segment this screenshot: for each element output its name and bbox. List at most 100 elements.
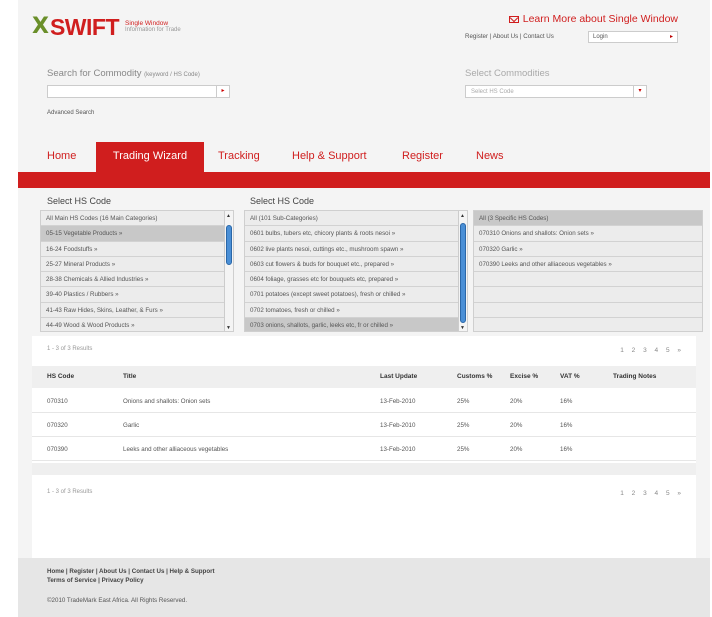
logo-tagline-2: Information for Trade <box>125 27 181 33</box>
cell-title: Leeks and other alliaceous vegetables <box>123 446 229 453</box>
hs-code-select-placeholder: Select HS Code <box>471 89 514 95</box>
nav-home[interactable]: Home <box>47 150 76 162</box>
col-title[interactable]: Title <box>123 373 136 380</box>
hs-specific-empty-row <box>474 272 702 288</box>
cell-customs: 25% <box>457 422 470 429</box>
top-links[interactable]: Register | About Us | Contact Us <box>465 33 554 40</box>
cell-excise: 20% <box>510 446 523 453</box>
hs-specific-item[interactable]: All (3 Specific HS Codes) <box>474 211 702 227</box>
hs-main-item[interactable]: 39-40 Plastics / Rubbers » <box>41 287 233 303</box>
results-table-header: HS Code Title Last Update Customs % Exci… <box>32 366 696 388</box>
results-count: 1 - 3 of 3 Results <box>47 346 93 352</box>
cell-title: Onions and shallots: Onion sets <box>123 398 211 405</box>
hs-specific-list: All (3 Specific HS Codes) 070310 Onions a… <box>473 210 703 332</box>
scroll-down-icon[interactable]: ▼ <box>460 325 465 331</box>
hs-main-item[interactable]: 05-15 Vegetable Products » <box>41 226 233 242</box>
hs-sub-item[interactable]: 0603 cut flowers & buds for bouquet etc.… <box>245 256 467 272</box>
search-label: Search for Commodity (keyword / HS Code) <box>47 68 200 79</box>
cell-customs: 25% <box>457 398 470 405</box>
copyright: ©2010 TradeMark East Africa. All Rights … <box>47 597 188 604</box>
results-count-bottom: 1 - 3 of 3 Results <box>47 489 93 495</box>
hs-sub-item[interactable]: 0604 foliage, grasses etc for bouquets e… <box>245 272 467 288</box>
scrollbar-main[interactable]: ▲ ▼ <box>224 211 233 331</box>
scroll-up-icon[interactable]: ▲ <box>226 213 231 219</box>
nav-tracking[interactable]: Tracking <box>218 150 260 162</box>
cell-hs-code: 070390 <box>47 446 68 453</box>
logo-tagline-1: Single Window <box>125 20 169 27</box>
hs-main-item[interactable]: 16-24 Foodstuffs » <box>41 241 233 257</box>
hs-main-item[interactable]: 28-38 Chemicals & Allied Industries » <box>41 272 233 288</box>
search-go-icon[interactable]: ▸ <box>216 86 229 97</box>
table-row[interactable]: 070310 Onions and shallots: Onion sets 1… <box>32 389 696 413</box>
scroll-thumb[interactable] <box>226 225 232 265</box>
col-last-update[interactable]: Last Update <box>380 373 417 380</box>
main-nav: Home Trading Wizard Tracking Help & Supp… <box>18 142 710 172</box>
pagination-bottom[interactable]: 1 2 3 4 5 » <box>620 490 684 497</box>
hs-specific-empty-row <box>474 302 702 318</box>
col-trading-notes[interactable]: Trading Notes <box>613 373 656 380</box>
search-input[interactable]: ▸ <box>47 85 230 98</box>
nav-help-support[interactable]: Help & Support <box>292 150 367 162</box>
cell-last-update: 13-Feb-2010 <box>380 446 416 453</box>
login-dropdown[interactable]: Login ▸ <box>588 31 678 43</box>
hs-main-list: All Main HS Codes (16 Main Categories) 05… <box>40 210 234 332</box>
nav-trading-wizard[interactable]: Trading Wizard <box>96 142 204 172</box>
pagination[interactable]: 1 2 3 4 5 » <box>620 347 684 354</box>
scroll-down-icon[interactable]: ▼ <box>226 325 231 331</box>
hs-sub-item[interactable]: 0703 onions, shallots, garlic, leeks etc… <box>245 317 467 331</box>
hs-sub-item[interactable]: 0602 live plants nesoi, cuttings etc., m… <box>245 241 467 257</box>
learn-more-link[interactable]: Learn More about Single Window <box>508 13 678 25</box>
search-label-hint: (keyword / HS Code) <box>144 72 200 78</box>
hs-sub-item[interactable]: 0601 bulbs, tubers etc, chicory plants &… <box>245 226 467 242</box>
hs-sub-list: All (101 Sub-Categories) 0601 bulbs, tube… <box>244 210 468 332</box>
logo-tagline: Single Window Information for Trade <box>125 20 181 34</box>
advanced-search-link[interactable]: Advanced Search <box>47 110 94 116</box>
table-row[interactable]: 070390 Leeks and other alliaceous vegeta… <box>32 437 696 461</box>
nav-news[interactable]: News <box>476 150 504 162</box>
cell-vat: 16% <box>560 422 573 429</box>
hs-sub-heading: Select HS Code <box>250 196 315 206</box>
envelope-icon <box>508 15 519 23</box>
table-row[interactable]: 070320 Garlic 13-Feb-2010 25% 20% 16% <box>32 413 696 437</box>
nav-register[interactable]: Register <box>402 150 443 162</box>
hs-code-select[interactable]: Select HS Code ▾ <box>465 85 647 98</box>
chevron-down-icon: ▾ <box>633 86 646 97</box>
cell-vat: 16% <box>560 398 573 405</box>
logo-x-icon: X <box>32 14 49 39</box>
hs-specific-item[interactable]: 070320 Garlic » <box>474 241 702 257</box>
col-hs-code[interactable]: HS Code <box>47 373 74 380</box>
login-label: Login <box>593 34 608 40</box>
nav-underline-bar <box>18 172 710 188</box>
col-excise[interactable]: Excise % <box>510 373 538 380</box>
hs-main-item[interactable]: 41-43 Raw Hides, Skins, Leather, & Furs … <box>41 302 233 318</box>
hs-main-item[interactable]: All Main HS Codes (16 Main Categories) <box>41 211 233 227</box>
hs-specific-empty-row <box>474 287 702 303</box>
cell-vat: 16% <box>560 446 573 453</box>
scroll-thumb[interactable] <box>460 223 466 323</box>
search-label-text: Search for Commodity <box>47 68 142 79</box>
hs-specific-item[interactable]: 070390 Leeks and other alliaceous vegeta… <box>474 256 702 272</box>
hs-main-item[interactable]: 44-49 Wood & Wood Products » <box>41 317 233 331</box>
col-customs[interactable]: Customs % <box>457 373 492 380</box>
footer-links-legal[interactable]: Terms of Service | Privacy Policy <box>47 576 215 585</box>
swift-logo[interactable]: X SWIFT Single Window Information for Tr… <box>32 14 181 40</box>
cell-last-update: 13-Feb-2010 <box>380 398 416 405</box>
cell-hs-code: 070320 <box>47 422 68 429</box>
footer-links: Home | Register | About Us | Contact Us … <box>47 567 215 585</box>
col-vat[interactable]: VAT % <box>560 373 580 380</box>
hs-specific-item[interactable]: 070310 Onions and shallots: Onion sets » <box>474 226 702 242</box>
table-footer-bar <box>32 463 696 475</box>
hs-sub-item[interactable]: 0702 tomatoes, fresh or chilled » <box>245 302 467 318</box>
cell-customs: 25% <box>457 446 470 453</box>
cell-hs-code: 070310 <box>47 398 68 405</box>
hs-main-heading: Select HS Code <box>47 196 112 206</box>
cell-excise: 20% <box>510 422 523 429</box>
hs-sub-item[interactable]: All (101 Sub-Categories) <box>245 211 467 227</box>
hs-main-item[interactable]: 25-27 Mineral Products » <box>41 256 233 272</box>
scroll-up-icon[interactable]: ▲ <box>460 213 465 219</box>
page: X SWIFT Single Window Information for Tr… <box>0 0 712 617</box>
scrollbar-sub[interactable]: ▲ ▼ <box>458 211 467 331</box>
footer-links-primary[interactable]: Home | Register | About Us | Contact Us … <box>47 567 215 576</box>
logo-wordmark: SWIFT <box>49 14 120 40</box>
hs-sub-item[interactable]: 0701 potatoes (except sweet potatoes), f… <box>245 287 467 303</box>
